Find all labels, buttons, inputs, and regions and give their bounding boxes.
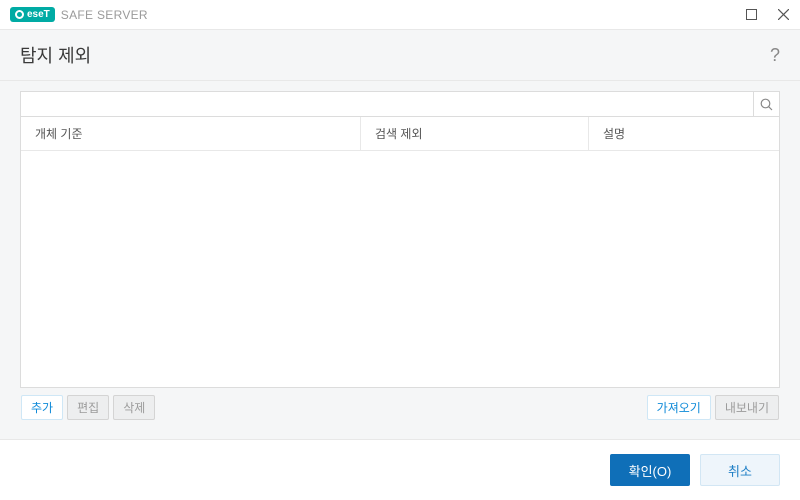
brand-circle-icon [15, 10, 24, 19]
table-toolbar: 추가 편집 삭제 가져오기 내보내기 [20, 388, 780, 427]
product-name: SAFE SERVER [61, 8, 148, 22]
exclusions-table: 개체 기준 검색 제외 설명 [20, 117, 780, 388]
ok-button[interactable]: 확인(O) [610, 454, 690, 486]
add-button[interactable]: 추가 [21, 395, 63, 420]
column-header-description[interactable]: 설명 [589, 117, 779, 150]
table-header: 개체 기준 검색 제외 설명 [21, 117, 779, 151]
table-body[interactable] [21, 151, 779, 387]
maximize-button[interactable] [742, 6, 760, 24]
search-row [20, 91, 780, 117]
column-header-object[interactable]: 개체 기준 [21, 117, 361, 150]
close-button[interactable] [774, 6, 792, 24]
search-button[interactable] [754, 91, 780, 117]
content-area: 개체 기준 검색 제외 설명 추가 편집 삭제 가져오기 내보내기 [0, 81, 800, 439]
window-controls [742, 6, 792, 24]
help-icon[interactable]: ? [770, 45, 780, 66]
export-button[interactable]: 내보내기 [715, 395, 779, 420]
delete-button[interactable]: 삭제 [113, 395, 155, 420]
page-header: 탐지 제외 ? [0, 30, 800, 81]
cancel-button[interactable]: 취소 [700, 454, 780, 486]
dialog-footer: 확인(O) 취소 [0, 439, 800, 500]
search-icon [760, 98, 773, 111]
logo: eseT SAFE SERVER [10, 7, 148, 22]
column-header-scan-exclusion[interactable]: 검색 제외 [361, 117, 589, 150]
import-button[interactable]: 가져오기 [647, 395, 711, 420]
edit-button[interactable]: 편집 [67, 395, 109, 420]
search-input[interactable] [20, 91, 754, 117]
page-title: 탐지 제외 [20, 42, 91, 68]
title-bar: eseT SAFE SERVER [0, 0, 800, 30]
brand-text: eseT [27, 9, 50, 20]
brand-badge: eseT [10, 7, 55, 22]
